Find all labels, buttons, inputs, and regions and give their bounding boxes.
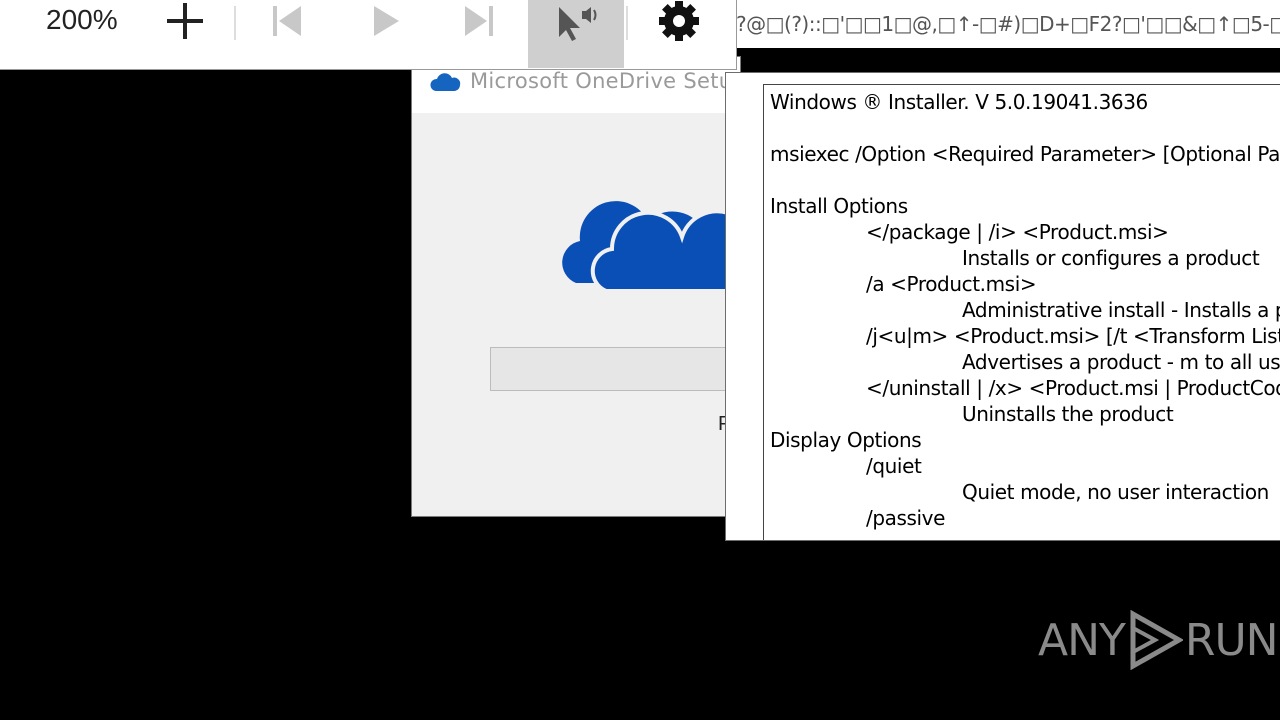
installer-usage-line: msiexec /Option <Required Parameter> [Op…: [770, 142, 1280, 166]
plus-icon: [167, 3, 203, 39]
skip-forward-button[interactable]: [456, 0, 502, 42]
watermark-text-left: ANY: [1038, 614, 1126, 666]
anyrun-watermark: ANY RUN: [1038, 610, 1279, 670]
toolbar-separator: [234, 6, 236, 40]
zoom-level: 200%: [46, 4, 118, 35]
option-admin-desc: Administrative install - Installs a pro: [962, 298, 1280, 322]
option-advertise: /j<u|m> <Product.msi> [/t <Transform Lis…: [866, 324, 1280, 348]
option-quiet-desc: Quiet mode, no user interaction: [962, 480, 1269, 504]
play-button[interactable]: [364, 0, 408, 42]
option-passive: /passive: [866, 506, 946, 530]
option-package-desc: Installs or configures a product: [962, 246, 1260, 270]
install-options-heading: Install Options: [770, 194, 908, 218]
zoom-in-button[interactable]: [160, 0, 210, 42]
option-uninstall: </uninstall | /x> <Product.msi | Product…: [866, 376, 1280, 400]
gear-icon: [659, 1, 699, 41]
option-uninstall-desc: Uninstalls the product: [962, 402, 1174, 426]
playback-toolbar: 200%: [0, 0, 737, 70]
skip-next-icon: [465, 6, 493, 36]
setup-progress-bar: [490, 347, 740, 391]
installer-text-area: Windows ® Installer. V 5.0.19041.3636 ms…: [763, 84, 1280, 540]
watermark-text-right: RUN: [1184, 614, 1279, 666]
background-garbled-text: ?@□(?)::□'□□1□@,□↑-□#)□D+□F2?□'□□&□↑□5-□…: [736, 0, 1280, 48]
onedrive-window-title: Microsoft OneDrive Setu: [470, 69, 733, 93]
settings-button[interactable]: [654, 0, 704, 42]
toolbar-separator: [626, 6, 628, 40]
windows-installer-window[interactable]: Windows ® Installer. V 5.0.19041.3636 ms…: [725, 72, 1280, 541]
display-options-heading: Display Options: [770, 428, 922, 452]
cursor-sound-toggle[interactable]: [528, 0, 624, 68]
option-admin: /a <Product.msi>: [866, 272, 1037, 296]
option-package: </package | /i> <Product.msi>: [866, 220, 1169, 244]
option-advertise-desc: Advertises a product - m to all use: [962, 350, 1280, 374]
option-quiet: /quiet: [866, 454, 922, 478]
onedrive-cloud-logo: [562, 201, 740, 293]
play-logo-icon: [1130, 610, 1183, 670]
onedrive-setup-window[interactable]: Microsoft OneDrive Setu P: [411, 56, 741, 517]
onedrive-icon: [430, 73, 461, 91]
cursor-sound-icon: [559, 7, 597, 41]
skip-back-button[interactable]: [264, 0, 310, 42]
play-icon: [374, 6, 399, 36]
installer-version-line: Windows ® Installer. V 5.0.19041.3636: [770, 90, 1148, 114]
skip-previous-icon: [273, 6, 301, 36]
